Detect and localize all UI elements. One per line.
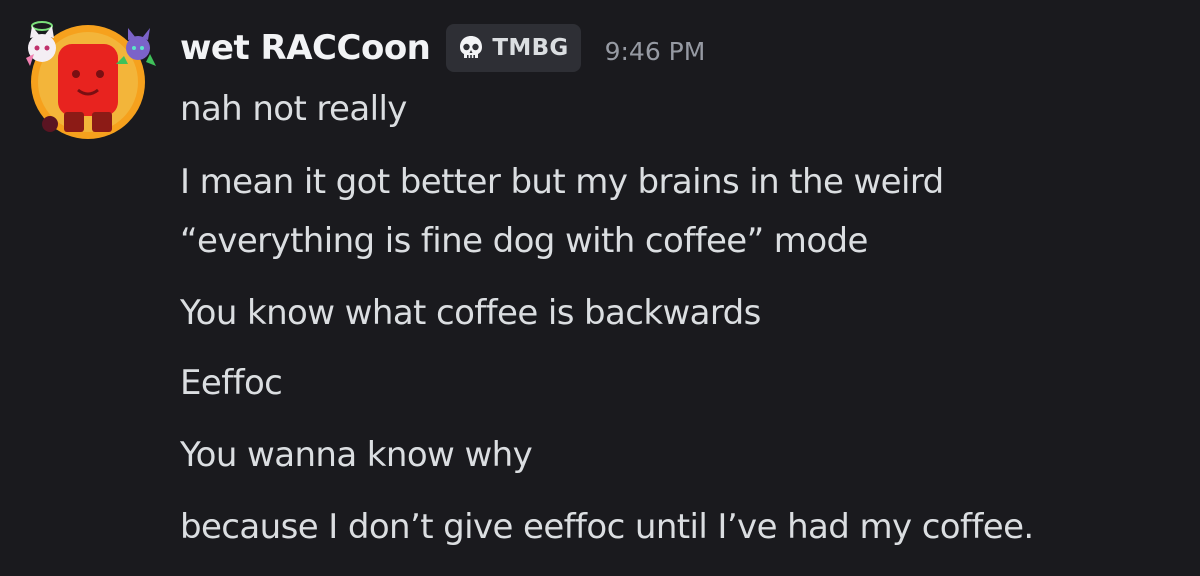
message-content: nah not really I mean it got better but … xyxy=(180,0,1190,576)
message-line: You know what coffee is backwards xyxy=(180,293,761,333)
avatar[interactable] xyxy=(20,14,156,144)
message-line: You wanna know why xyxy=(180,435,533,475)
chat-message: wet RACCoon TMBG 9:46 PM nah not really … xyxy=(0,0,1200,576)
message-line: I mean it got better but my brains in th… xyxy=(180,162,944,202)
message-line: Eeffoc xyxy=(180,363,283,403)
message-line: nah not really xyxy=(180,89,407,129)
message-line: because I don’t give eeffoc until I’ve h… xyxy=(180,507,1034,547)
avatar-image xyxy=(26,21,156,139)
message-line: “everything is fine dog with coffee” mod… xyxy=(180,221,868,261)
